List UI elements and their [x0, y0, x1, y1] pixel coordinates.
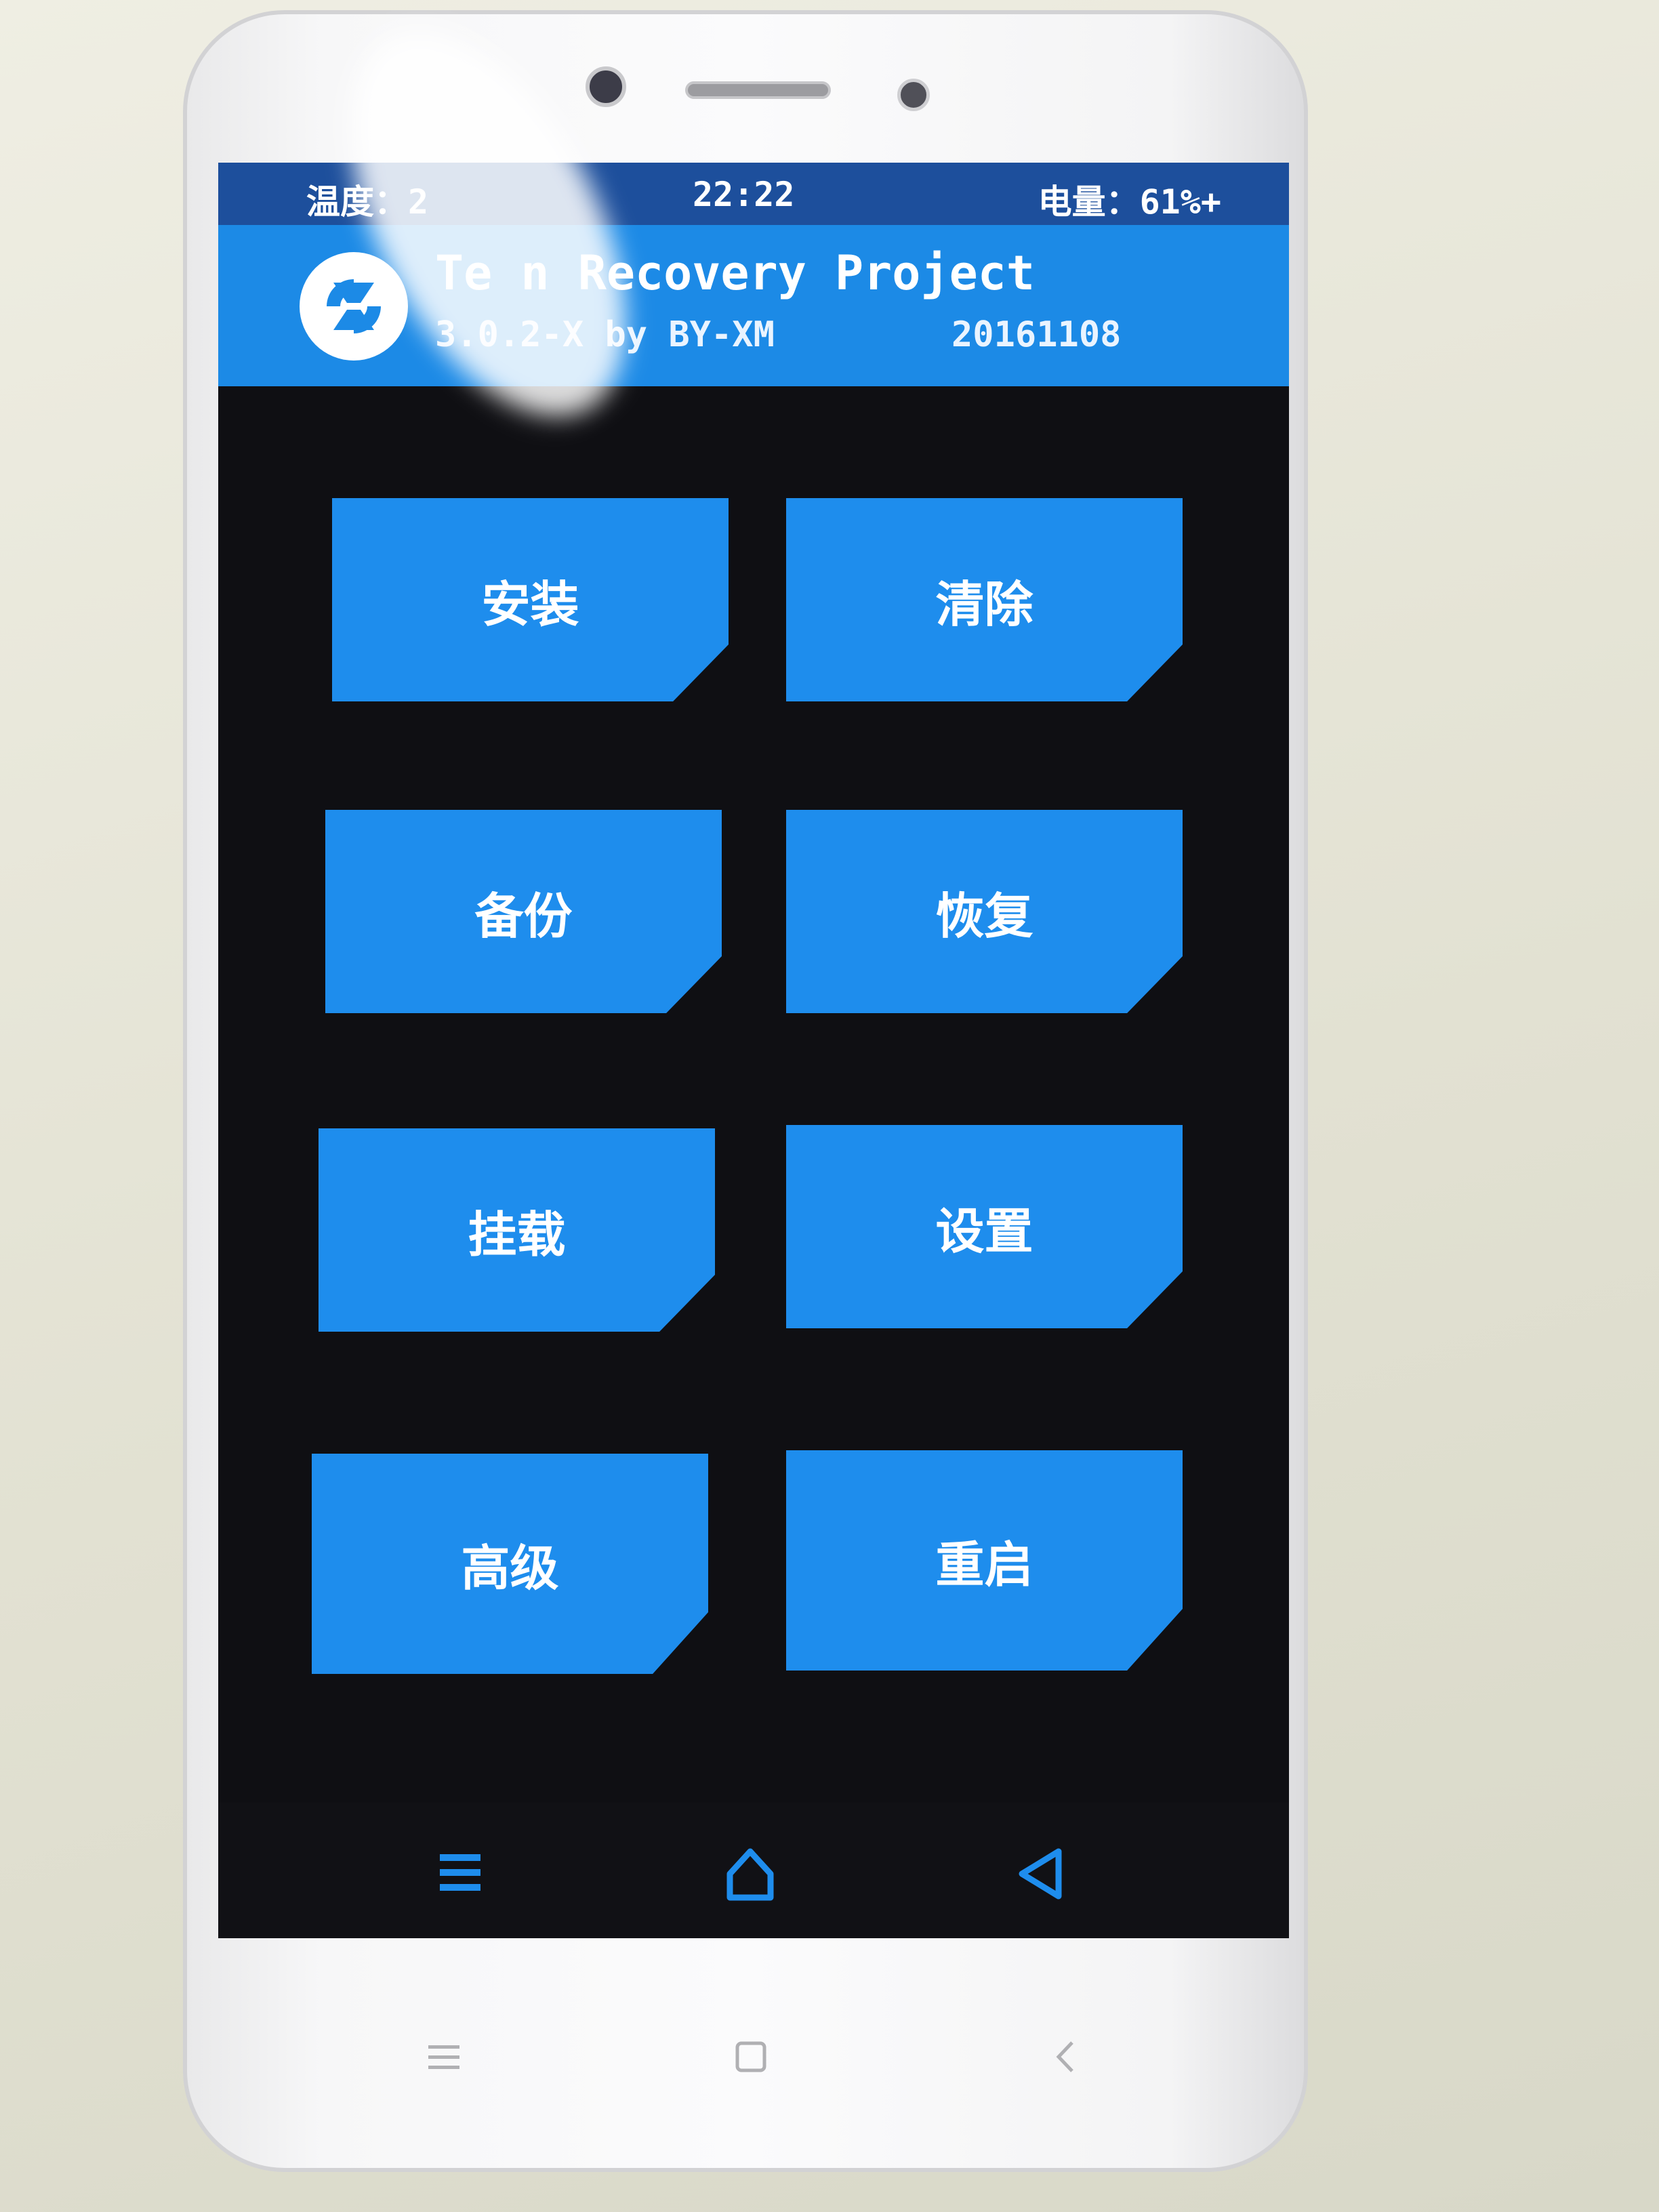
back-icon[interactable] — [1011, 1843, 1072, 1904]
home-key-icon[interactable] — [727, 2033, 775, 2081]
reboot-button-label: 重启 — [935, 1536, 1033, 1593]
home-icon[interactable] — [720, 1843, 781, 1904]
mount-button-label: 挂载 — [468, 1206, 566, 1263]
earpiece — [685, 81, 831, 99]
install-button[interactable]: 安装 — [332, 498, 729, 701]
twrp-screen: 温度：2 22:22 电量：61%+ Te n Recovery Project… — [218, 163, 1289, 1938]
backup-button[interactable]: 备份 — [325, 810, 722, 1013]
title-bar: Te n Recovery Project 3.0.2-X by BY-XM 2… — [218, 225, 1289, 386]
install-button-label: 安装 — [481, 575, 579, 633]
battery-text: 电量：61%+ — [1038, 182, 1221, 222]
proximity-sensor — [897, 79, 930, 111]
build-date-text: 20161108 — [951, 314, 1122, 355]
restore-button-label: 恢复 — [935, 887, 1033, 945]
restore-button[interactable]: 恢复 — [786, 810, 1183, 1013]
menu-icon[interactable] — [432, 1843, 493, 1904]
settings-button[interactable]: 设置 — [786, 1125, 1183, 1328]
reboot-button[interactable]: 重启 — [786, 1450, 1183, 1671]
mount-button[interactable]: 挂载 — [319, 1128, 715, 1332]
backup-button-label: 备份 — [474, 887, 573, 945]
front-camera — [586, 66, 626, 107]
advanced-button-label: 高级 — [461, 1540, 559, 1597]
nav-bar — [218, 1803, 1289, 1938]
menu-key-icon[interactable] — [420, 2033, 468, 2081]
settings-button-label: 设置 — [935, 1202, 1033, 1260]
clock-text: 22:22 — [693, 175, 795, 214]
wipe-button-label: 清除 — [935, 575, 1033, 633]
advanced-button[interactable]: 高级 — [312, 1454, 708, 1674]
back-key-icon[interactable] — [1044, 2033, 1091, 2081]
wipe-button[interactable]: 清除 — [786, 498, 1183, 701]
